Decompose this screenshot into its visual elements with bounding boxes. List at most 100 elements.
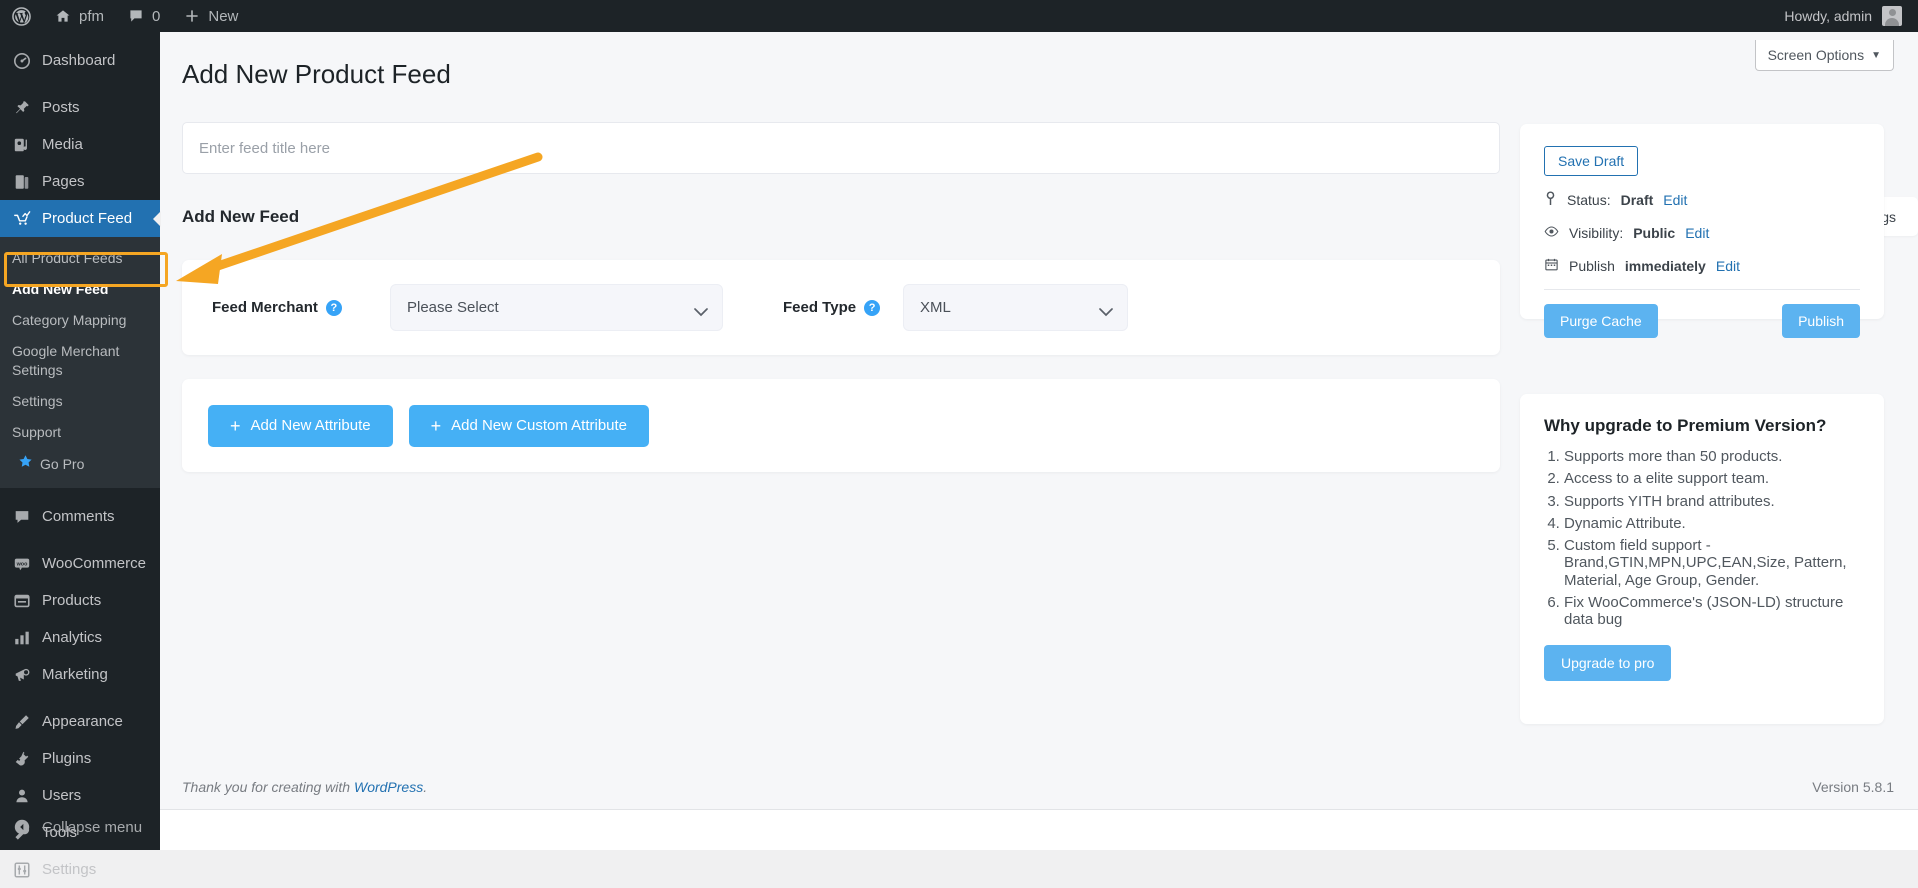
purge-cache-label: Purge Cache: [1560, 313, 1642, 329]
feed-settings-card: Feed Merchant ? Please Select Feed Type …: [182, 260, 1500, 355]
wordpress-link[interactable]: WordPress: [354, 779, 423, 795]
sidebar-item-settings[interactable]: Settings: [0, 851, 160, 888]
sidebar-item-label: Posts: [42, 99, 80, 116]
marketing-megaphone-icon: [12, 666, 32, 684]
visibility-edit-link[interactable]: Edit: [1685, 225, 1709, 241]
publish-value: immediately: [1624, 258, 1706, 274]
new-content-menu[interactable]: New: [172, 0, 250, 32]
submenu-item-support[interactable]: Support: [0, 417, 160, 448]
dashboard-icon: [12, 52, 32, 70]
sidebar-item-comments[interactable]: Comments: [0, 498, 160, 535]
sidebar-item-label: Pages: [42, 173, 85, 190]
premium-feature-list: Supports more than 50 products. Access t…: [1564, 448, 1860, 628]
sidebar-item-products[interactable]: Products: [0, 582, 160, 619]
collapse-menu-button[interactable]: Collapse menu: [0, 808, 160, 850]
sidebar-item-posts[interactable]: Posts: [0, 89, 160, 126]
submenu-item-google-merchant-settings[interactable]: Google Merchant Settings: [0, 336, 160, 386]
submenu-item-add-new-feed[interactable]: Add New Feed: [0, 274, 160, 305]
settings-icon: [12, 861, 32, 879]
list-item: Access to a elite support team.: [1564, 470, 1860, 487]
product-feed-icon: [12, 210, 32, 228]
submenu-item-go-pro[interactable]: Go Pro: [0, 448, 160, 480]
visibility-value: Public: [1633, 225, 1676, 241]
submenu-label: Category Mapping: [12, 312, 127, 328]
submenu-item-settings[interactable]: Settings: [0, 386, 160, 417]
footer-version: Version 5.8.1: [1812, 779, 1894, 795]
publish-edit-link[interactable]: Edit: [1716, 258, 1740, 274]
feed-type-label-group: Feed Type ?: [783, 299, 903, 316]
sidebar-item-label: Comments: [42, 508, 115, 525]
site-name-menu[interactable]: pfm: [43, 0, 116, 32]
screen-options-button[interactable]: Screen Options ▼: [1754, 40, 1894, 71]
page-title: Add New Product Feed: [182, 59, 451, 89]
save-draft-button[interactable]: Save Draft: [1544, 146, 1639, 176]
greeting-label: Howdy, admin: [1784, 8, 1872, 24]
sidebar-separator: [0, 488, 160, 498]
sidebar-item-plugins[interactable]: Plugins: [0, 740, 160, 777]
premium-upsell-box: Why upgrade to Premium Version? Supports…: [1520, 394, 1884, 724]
sidebar-item-pages[interactable]: Pages: [0, 163, 160, 200]
admin-sidebar: Dashboard Posts Media Pages Product Feed…: [0, 32, 161, 878]
screen-options-label: Screen Options: [1767, 47, 1865, 63]
sidebar-item-product-feed[interactable]: Product Feed: [0, 200, 161, 237]
plugins-icon: [12, 750, 32, 768]
purge-cache-button[interactable]: Purge Cache: [1544, 304, 1658, 338]
sidebar-item-analytics[interactable]: Analytics: [0, 619, 160, 656]
appearance-brush-icon: [12, 713, 32, 731]
submenu-item-category-mapping[interactable]: Category Mapping: [0, 305, 160, 336]
visibility-line: Visibility: Public Edit: [1544, 224, 1860, 242]
sidebar-item-dashboard[interactable]: Dashboard: [0, 42, 160, 79]
comment-icon: [128, 8, 144, 24]
feed-title-input[interactable]: [182, 122, 1500, 174]
comments-bubble[interactable]: 0: [116, 0, 172, 32]
publish-box: Save Draft Status: Draft Edit Visibility…: [1520, 124, 1884, 338]
feed-type-select[interactable]: XML: [903, 284, 1128, 331]
visibility-label: Visibility:: [1569, 225, 1624, 241]
publish-button[interactable]: Publish: [1782, 304, 1860, 338]
divider: [1544, 289, 1860, 290]
submenu-label: All Product Feeds: [12, 250, 123, 266]
plus-icon: +: [230, 415, 241, 436]
admin-bar: pfm 0 New Howdy, admin: [0, 0, 1918, 32]
sidebar-item-marketing[interactable]: Marketing: [0, 656, 160, 693]
feed-merchant-select[interactable]: Please Select: [390, 284, 723, 331]
sidebar-item-media[interactable]: Media: [0, 126, 160, 163]
footer-thanks-suffix: .: [423, 779, 428, 795]
feed-field-row: Feed Merchant ? Please Select Feed Type …: [182, 260, 1500, 355]
status-edit-link[interactable]: Edit: [1663, 192, 1687, 208]
sidebar-item-label: Plugins: [42, 750, 92, 767]
list-item: Supports more than 50 products.: [1564, 448, 1860, 465]
sidebar-separator: [0, 79, 160, 89]
avatar: [1882, 6, 1902, 26]
sidebar-item-label: Analytics: [42, 629, 103, 646]
screen-options-wrap: Screen Options ▼: [1754, 40, 1894, 71]
add-new-custom-attribute-label: Add New Custom Attribute: [451, 417, 628, 434]
wordpress-logo-icon: [12, 6, 31, 26]
chevron-down-icon: ▼: [1871, 49, 1881, 61]
publish-actions: Purge Cache Publish: [1544, 304, 1860, 338]
sidebar-item-label: Dashboard: [42, 52, 116, 69]
sidebar-item-woocommerce[interactable]: woo WooCommerce: [0, 545, 160, 582]
feed-merchant-label: Feed Merchant: [212, 299, 318, 316]
admin-bar-account[interactable]: Howdy, admin: [1784, 6, 1918, 26]
sidebar-item-appearance[interactable]: Appearance: [0, 703, 160, 740]
sidebar-item-label: Media: [42, 136, 83, 153]
help-icon[interactable]: ?: [864, 299, 881, 316]
woocommerce-icon: woo: [12, 555, 32, 573]
upgrade-to-pro-button[interactable]: Upgrade to pro: [1544, 645, 1672, 682]
new-label: New: [208, 7, 239, 25]
help-icon[interactable]: ?: [325, 299, 342, 316]
submenu-item-all-product-feeds[interactable]: All Product Feeds: [0, 243, 160, 274]
pin-icon: [1544, 191, 1557, 209]
list-item: Custom field support - Brand,GTIN,MPN,UP…: [1564, 537, 1860, 589]
footer-credit: Thank you for creating with WordPress.: [182, 779, 427, 795]
status-label: Status:: [1567, 192, 1611, 208]
wordpress-logo-menu[interactable]: [0, 0, 43, 32]
status-line: Status: Draft Edit: [1544, 191, 1860, 209]
products-icon: [12, 592, 32, 610]
save-draft-label: Save Draft: [1558, 153, 1625, 169]
premium-title: Why upgrade to Premium Version?: [1544, 416, 1827, 435]
add-new-custom-attribute-button[interactable]: + Add New Custom Attribute: [408, 404, 650, 447]
add-new-attribute-button[interactable]: + Add New Attribute: [208, 404, 393, 447]
analytics-icon: [12, 629, 32, 647]
